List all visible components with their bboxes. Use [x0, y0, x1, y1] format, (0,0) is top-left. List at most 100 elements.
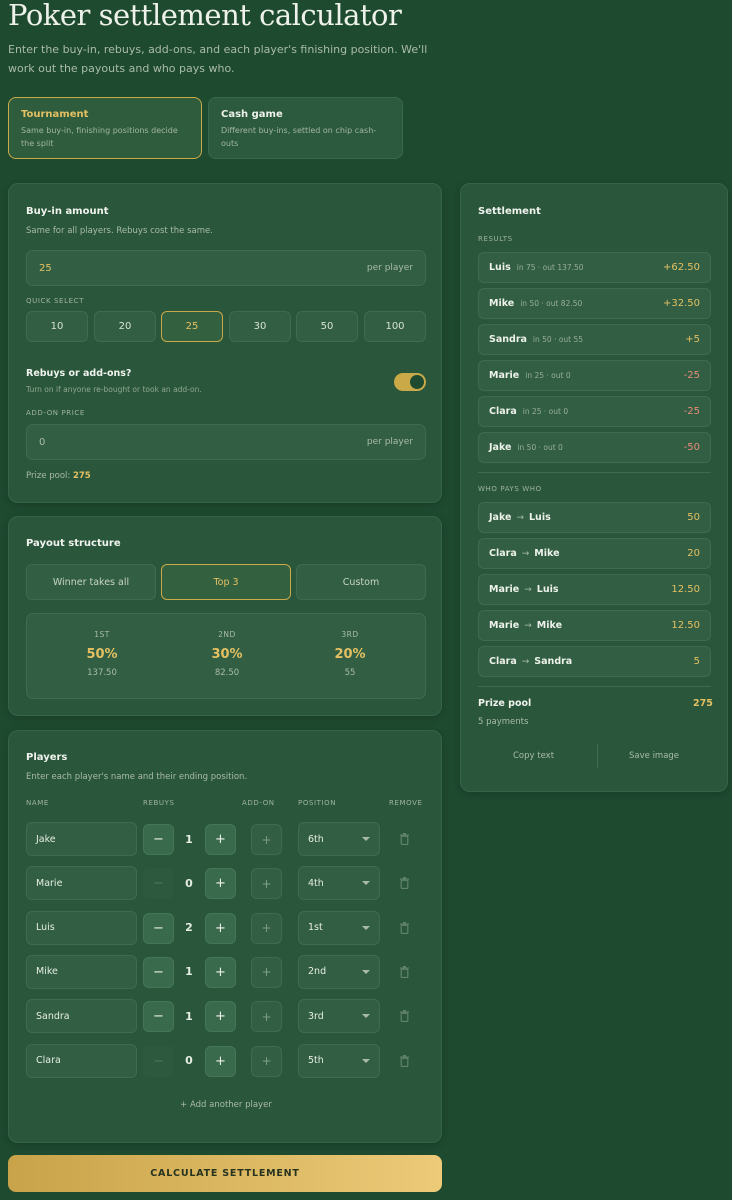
position-select[interactable]: 4th: [298, 866, 380, 901]
result-detail: in 25 · out 0: [525, 371, 571, 380]
place-label: 3RD: [341, 630, 359, 639]
mode-tournament-title: Tournament: [21, 109, 89, 120]
payout-second: 2ND 30% 82.50: [177, 630, 277, 678]
rebuy-increment-button[interactable]: +: [205, 1001, 236, 1033]
rebuy-count: 1: [185, 965, 193, 979]
addon-add-button[interactable]: +: [251, 824, 282, 855]
position-select[interactable]: 3rd: [298, 999, 380, 1034]
rebuy-decrement-button[interactable]: −: [143, 956, 174, 988]
mode-tournament[interactable]: Tournament Same buy-in, finishing positi…: [8, 97, 202, 159]
mode-cash-title: Cash game: [221, 109, 283, 120]
place-percent: 30%: [211, 647, 243, 662]
quick-select-label: QUICK SELECT: [26, 297, 84, 305]
trash-icon[interactable]: [400, 965, 409, 978]
addon-add-button[interactable]: +: [251, 956, 282, 988]
mode-cash-game[interactable]: Cash game Different buy-ins, settled on …: [208, 97, 403, 159]
quick-select-20[interactable]: 20: [94, 311, 156, 342]
calculate-settlement-button[interactable]: CALCULATE SETTLEMENT: [8, 1155, 442, 1192]
addon-add-button[interactable]: +: [251, 1045, 282, 1077]
result-amount: +32.50: [662, 298, 700, 309]
player-name-input[interactable]: Sandra: [26, 999, 137, 1034]
payment-amount: 20: [687, 548, 700, 559]
addon-add-button[interactable]: +: [251, 868, 282, 900]
result-row: Marie in 25 · out 0 -25: [478, 360, 711, 391]
payout-winner-takes-all[interactable]: Winner takes all: [26, 564, 156, 600]
rebuy-count: 1: [185, 832, 193, 846]
rebuy-toggle[interactable]: [394, 373, 426, 391]
payment-to: Mike: [536, 620, 563, 631]
quick-select-10[interactable]: 10: [26, 311, 88, 342]
payment-row: Jake → Luis 50: [478, 502, 711, 533]
arrow-icon: →: [524, 620, 532, 631]
prize-pool-value: 275: [72, 471, 91, 481]
payment-to: Mike: [534, 548, 560, 559]
addon-add-button[interactable]: +: [251, 912, 282, 944]
payment-row: Marie → Mike 12.50: [478, 610, 711, 641]
buyin-unit: per player: [366, 263, 413, 273]
add-player-button[interactable]: + Add another player: [9, 1100, 443, 1110]
result-amount: -25: [683, 406, 700, 417]
rebuy-decrement-button[interactable]: −: [143, 1045, 174, 1077]
payout-panel: Payout structure Winner takes all Top 3 …: [8, 516, 442, 716]
result-detail: in 50 · out 82.50: [520, 299, 583, 308]
rebuy-increment-button[interactable]: +: [205, 824, 236, 855]
payment-row: Clara → Sandra 5: [478, 646, 711, 677]
player-name-input[interactable]: Mike: [26, 954, 137, 989]
result-detail: in 50 · out 55: [532, 335, 584, 344]
copy-text-button[interactable]: Copy text: [513, 751, 554, 761]
rebuy-decrement-button[interactable]: −: [143, 824, 174, 855]
position-value: 1st: [308, 922, 323, 934]
prize-pool-line: Prize pool: 275: [26, 471, 91, 481]
place-percent: 20%: [334, 647, 366, 662]
rebuy-increment-button[interactable]: +: [205, 1045, 236, 1077]
quick-select-100[interactable]: 100: [364, 311, 426, 342]
player-name-input[interactable]: Luis: [26, 910, 137, 945]
quick-select-50[interactable]: 50: [296, 311, 358, 342]
addon-price-input[interactable]: 0 per player: [26, 424, 426, 460]
position-select[interactable]: 6th: [298, 822, 380, 856]
payout-top-3[interactable]: Top 3: [161, 564, 291, 600]
rebuy-decrement-button[interactable]: −: [143, 868, 174, 900]
result-name: Luis: [489, 262, 511, 273]
toggle-knob: [410, 375, 424, 389]
player-name-input[interactable]: Jake: [26, 822, 137, 856]
position-select[interactable]: 1st: [298, 910, 380, 945]
results-label: RESULTS: [478, 235, 513, 243]
payments-count: 5 payments: [478, 717, 529, 727]
rebuy-decrement-button[interactable]: −: [143, 912, 174, 944]
addon-value: 0: [39, 436, 46, 448]
addon-add-button[interactable]: +: [251, 1001, 282, 1033]
buyin-input[interactable]: 25 per player: [26, 250, 426, 286]
arrow-icon: →: [521, 548, 530, 559]
position-select[interactable]: 2nd: [298, 954, 380, 989]
rebuy-decrement-button[interactable]: −: [143, 1001, 174, 1033]
trash-icon[interactable]: [400, 1054, 409, 1067]
player-name-input[interactable]: Clara: [26, 1043, 137, 1078]
rebuy-increment-button[interactable]: +: [205, 956, 236, 988]
player-row: Clara − 0 + + 5th: [26, 1043, 426, 1078]
player-name: Clara: [36, 1055, 61, 1066]
trash-icon[interactable]: [400, 877, 409, 890]
result-amount: +62.50: [662, 262, 700, 273]
trash-icon[interactable]: [400, 921, 409, 934]
payment-amount: 50: [687, 512, 700, 523]
rebuy-increment-button[interactable]: +: [205, 868, 236, 900]
quick-select-25[interactable]: 25: [161, 311, 223, 342]
trash-icon[interactable]: [400, 1010, 409, 1023]
position-select[interactable]: 5th: [298, 1043, 380, 1078]
trash-icon[interactable]: [400, 833, 409, 845]
chevron-down-icon: [362, 969, 370, 974]
save-image-button[interactable]: Save image: [629, 751, 679, 761]
result-detail: in 25 · out 0: [522, 407, 569, 416]
result-name: Jake: [489, 442, 512, 453]
chevron-down-icon: [362, 837, 370, 841]
header-remove: REMOVE: [389, 799, 423, 807]
header-name: NAME: [26, 799, 49, 807]
settlement-title: Settlement: [478, 206, 541, 217]
player-name-input[interactable]: Marie: [26, 866, 137, 901]
place-label: 2ND: [218, 630, 236, 639]
payout-custom[interactable]: Custom: [296, 564, 426, 600]
rebuy-increment-button[interactable]: +: [205, 912, 236, 944]
result-name: Marie: [489, 370, 520, 381]
quick-select-30[interactable]: 30: [229, 311, 291, 342]
